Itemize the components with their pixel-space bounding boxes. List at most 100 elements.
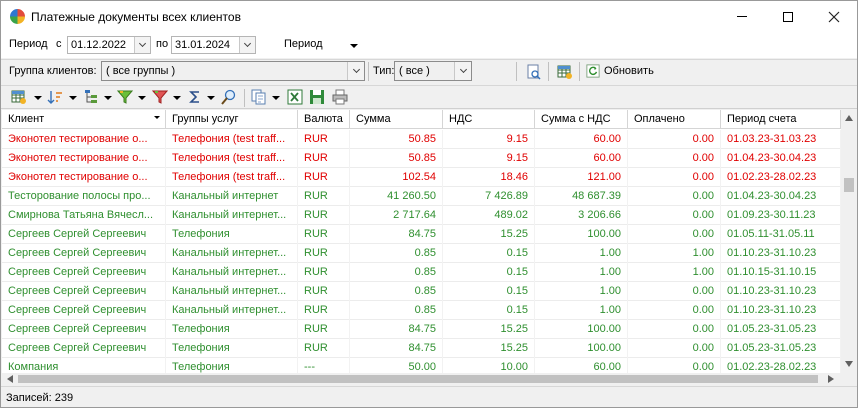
vertical-scroll-thumb[interactable]: [844, 178, 854, 192]
column-header-paid[interactable]: Оплачено: [628, 110, 721, 129]
table-row[interactable]: Эконотел тестирование о... Телефония (tes…: [2, 130, 841, 149]
cell-amount-with-vat: 1.00: [535, 263, 628, 282]
date-from-field[interactable]: 01.12.2022: [67, 36, 151, 54]
refresh-button[interactable]: Обновить: [584, 62, 664, 81]
cell-currency: RUR: [298, 320, 350, 339]
cell-vat: 489.02: [443, 206, 535, 225]
cell-currency: RUR: [298, 301, 350, 320]
maximize-button[interactable]: [765, 1, 811, 32]
table-row[interactable]: Сергеев Сергей Сергеевич Канальный интерн…: [2, 263, 841, 282]
cell-invoice-period: 01.05.23-31.05.23: [721, 320, 841, 339]
cell-service-group: Телефония: [166, 358, 298, 373]
scroll-up-icon[interactable]: [845, 115, 853, 121]
table-row[interactable]: Смирнова Татьяна Вячесл... Канальный инте…: [2, 206, 841, 225]
table-row[interactable]: Компания Телефония --- 50.00 10.00 60.00 0.00 0…: [2, 358, 841, 373]
close-button[interactable]: [811, 1, 857, 32]
print-button[interactable]: [332, 89, 348, 105]
tree-button[interactable]: [83, 89, 99, 105]
cell-vat: 15.25: [443, 225, 535, 244]
cell-amount: 50.85: [350, 149, 443, 168]
cell-amount: 84.75: [350, 339, 443, 358]
column-header-invoice-period[interactable]: Период счета: [721, 110, 841, 129]
cell-client: Сергеев Сергей Сергеевич: [2, 339, 166, 358]
cell-service-group: Телефония (test traff...: [166, 149, 298, 168]
to-label: по: [156, 38, 169, 50]
cell-client: Сергеев Сергей Сергеевич: [2, 244, 166, 263]
column-header-amount-with-vat[interactable]: Сумма с НДС: [535, 110, 628, 129]
table-settings-button[interactable]: [557, 64, 573, 80]
separator: [244, 89, 245, 107]
dropdown-arrow-icon[interactable]: [138, 96, 146, 100]
chevron-down-icon: [352, 65, 360, 74]
cell-vat: 7 426.89: [443, 187, 535, 206]
table-row[interactable]: Тесторование полосы про... Канальный инте…: [2, 187, 841, 206]
scroll-left-icon[interactable]: [7, 375, 13, 383]
table-row[interactable]: Эконотел тестирование о... Телефония (tes…: [2, 168, 841, 187]
cell-currency: RUR: [298, 206, 350, 225]
column-header-client[interactable]: Клиент: [2, 110, 166, 129]
grid-settings-button[interactable]: [11, 89, 27, 105]
document-zoom-button[interactable]: [526, 64, 542, 80]
table-row[interactable]: Сергеев Сергей Сергеевич Канальный интерн…: [2, 244, 841, 263]
vertical-scrollbar[interactable]: [841, 110, 857, 373]
cell-paid: 0.00: [628, 168, 721, 187]
cell-paid: 0.00: [628, 187, 721, 206]
cell-service-group: Канальный интернет...: [166, 244, 298, 263]
copy-button[interactable]: [251, 89, 267, 105]
column-header-service-group[interactable]: Группы услуг: [166, 110, 298, 129]
cell-amount: 84.75: [350, 320, 443, 339]
scroll-down-icon[interactable]: [845, 361, 853, 367]
date-to-dropdown[interactable]: [239, 37, 255, 53]
refresh-label: Обновить: [604, 65, 654, 77]
filter-button[interactable]: [116, 89, 134, 105]
column-header-vat[interactable]: НДС: [443, 110, 535, 129]
table-row[interactable]: Сергеев Сергей Сергеевич Телефония RUR 84.7…: [2, 339, 841, 358]
date-from-dropdown[interactable]: [134, 37, 150, 53]
cell-vat: 15.25: [443, 320, 535, 339]
cell-invoice-period: 01.03.23-31.03.23: [721, 130, 841, 149]
client-group-select[interactable]: ( все группы ): [101, 61, 365, 81]
cell-client: Эконотел тестирование о...: [2, 168, 166, 187]
close-icon: [828, 11, 840, 22]
cell-client: Смирнова Татьяна Вячесл...: [2, 206, 166, 225]
table-row[interactable]: Сергеев Сергей Сергеевич Телефония RUR 84.7…: [2, 320, 841, 339]
client-group-label: Группа клиентов:: [9, 65, 97, 77]
documents-grid[interactable]: Клиент Группы услуг Валюта Сумма НДС Сумма с …: [2, 110, 841, 373]
column-header-currency[interactable]: Валюта: [298, 110, 350, 129]
dropdown-arrow-icon[interactable]: [104, 96, 112, 100]
type-select[interactable]: ( все ): [394, 61, 472, 81]
dropdown-arrow-icon[interactable]: [69, 96, 77, 100]
chevron-down-icon: [459, 65, 467, 74]
date-to-field[interactable]: 31.01.2024: [171, 36, 256, 54]
horizontal-scrollbar[interactable]: [2, 373, 841, 385]
cell-service-group: Телефония: [166, 320, 298, 339]
client-group-dropdown[interactable]: [347, 62, 364, 80]
cell-amount: 50.00: [350, 358, 443, 373]
export-excel-button[interactable]: [287, 89, 303, 105]
dropdown-arrow-icon[interactable]: [207, 96, 215, 100]
find-button[interactable]: [221, 89, 237, 105]
scroll-right-icon[interactable]: [828, 375, 834, 383]
table-row[interactable]: Сергеев Сергей Сергеевич Канальный интерн…: [2, 282, 841, 301]
cell-invoice-period: 01.10.23-31.10.23: [721, 282, 841, 301]
horizontal-scroll-thumb[interactable]: [18, 375, 818, 383]
table-row[interactable]: Сергеев Сергей Сергеевич Телефония RUR 84.7…: [2, 225, 841, 244]
dropdown-arrow-icon[interactable]: [34, 96, 42, 100]
cell-amount: 84.75: [350, 225, 443, 244]
filter-clear-button[interactable]: [151, 89, 169, 105]
cell-paid: 0.00: [628, 320, 721, 339]
column-header-amount[interactable]: Сумма: [350, 110, 443, 129]
table-row[interactable]: Сергеев Сергей Сергеевич Канальный интерн…: [2, 301, 841, 320]
save-button[interactable]: [309, 89, 325, 105]
sort-button[interactable]: [47, 89, 63, 105]
dropdown-arrow-icon[interactable]: [272, 96, 280, 100]
cell-client: Сергеев Сергей Сергеевич: [2, 225, 166, 244]
cell-service-group: Телефония: [166, 225, 298, 244]
minimize-button[interactable]: [719, 1, 765, 32]
period-menu-button[interactable]: Период: [281, 35, 365, 55]
type-dropdown[interactable]: [454, 62, 471, 80]
sum-button[interactable]: [187, 89, 203, 105]
dropdown-arrow-icon[interactable]: [173, 96, 181, 100]
maximize-icon: [783, 11, 793, 22]
table-row[interactable]: Эконотел тестирование о... Телефония (tes…: [2, 149, 841, 168]
